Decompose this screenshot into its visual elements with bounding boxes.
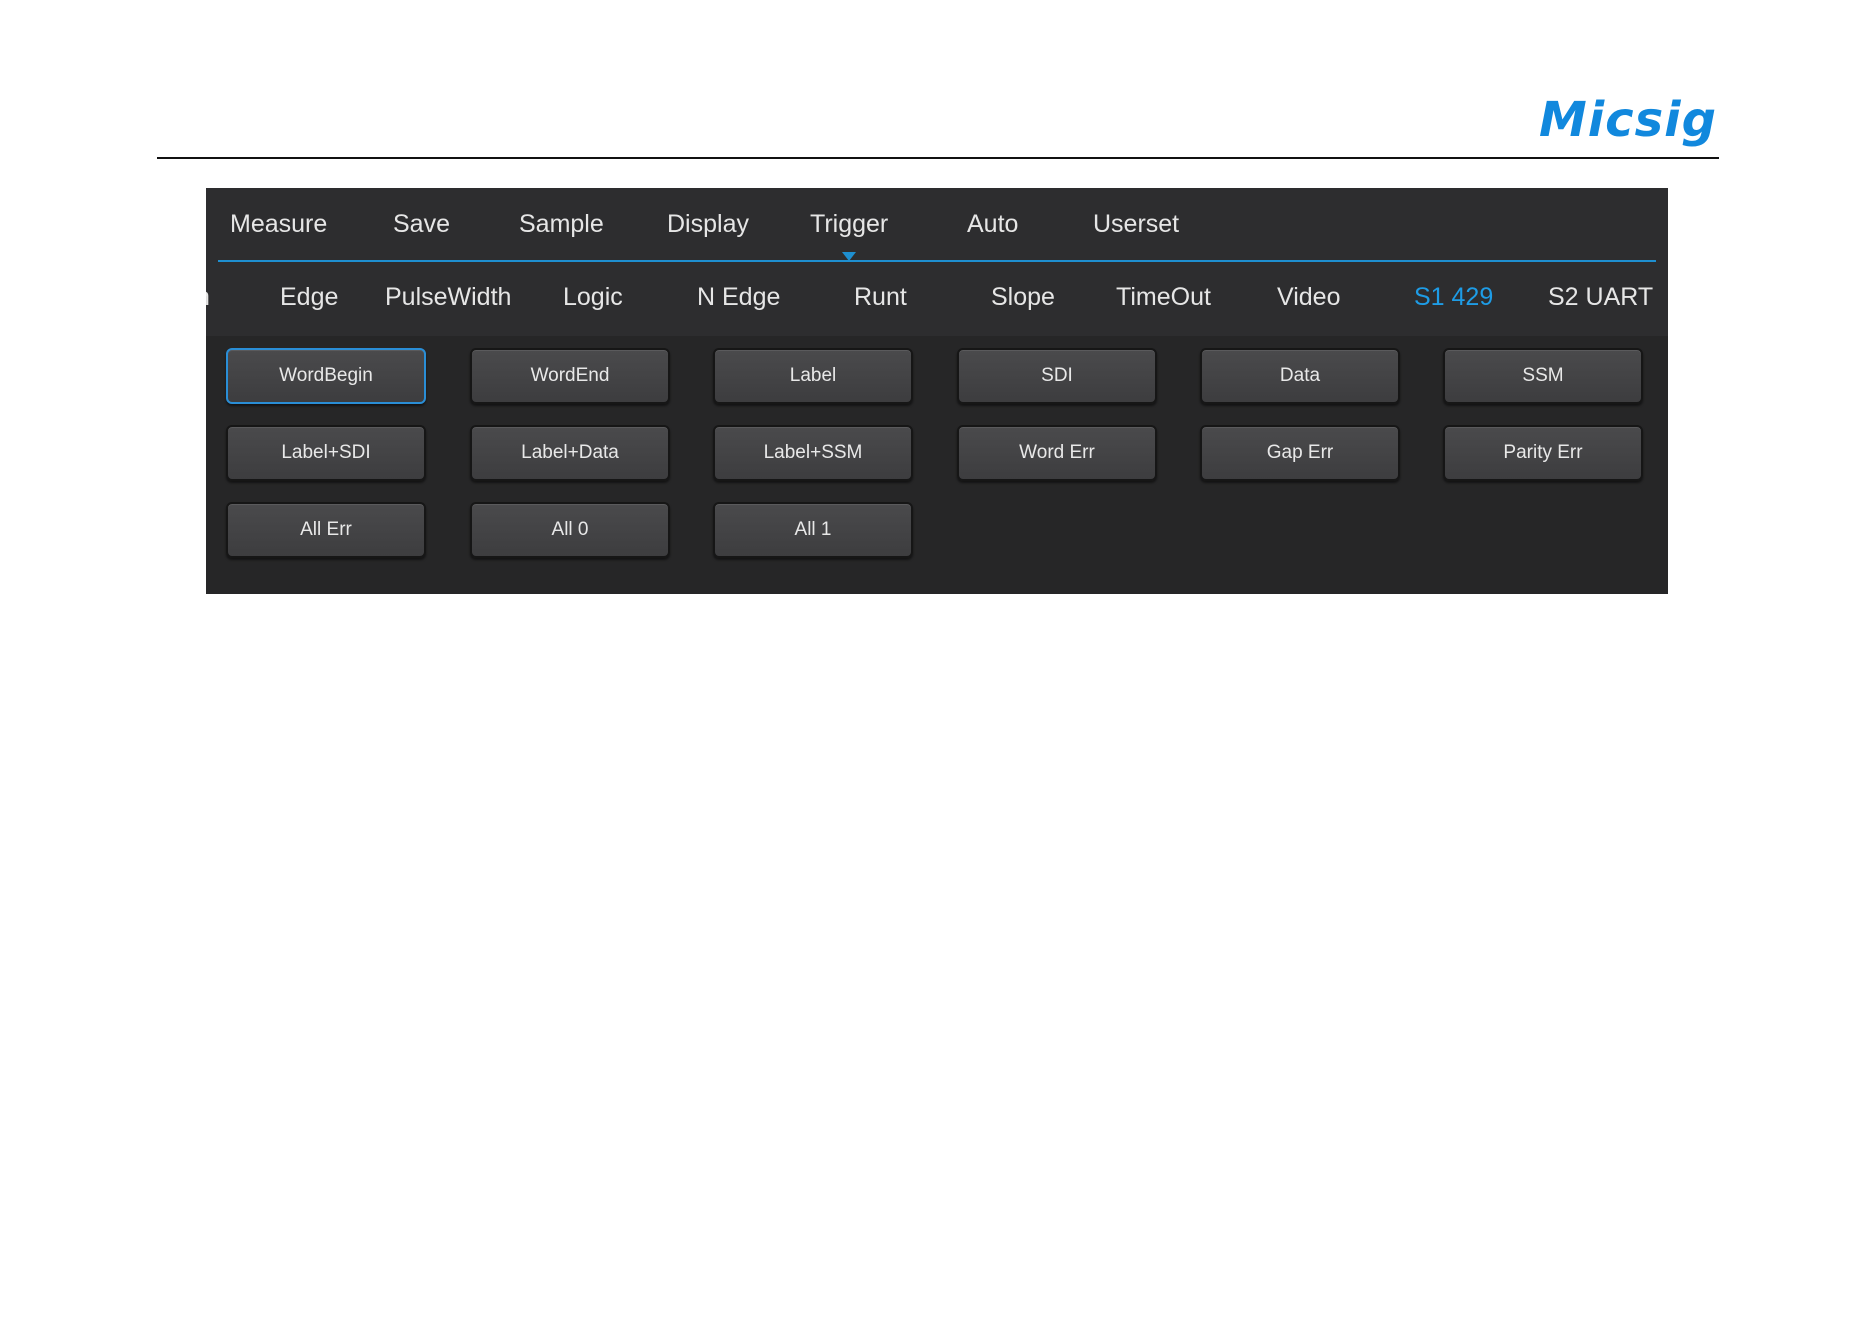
gap-err-button[interactable]: Gap Err (1200, 425, 1400, 481)
header-divider (157, 157, 1719, 159)
sdi-button[interactable]: SDI (957, 348, 1157, 404)
submenu-clipped-item[interactable]: n (206, 283, 210, 312)
submenu-pulsewidth[interactable]: PulseWidth (385, 283, 511, 312)
menu-auto[interactable]: Auto (967, 210, 1018, 239)
menu-measure[interactable]: Measure (230, 210, 327, 239)
label-button[interactable]: Label (713, 348, 913, 404)
trigger-condition-panel: WordBegin WordEnd Label SDI Data SSM Lab… (206, 336, 1668, 594)
submenu-timeout[interactable]: TimeOut (1116, 283, 1211, 312)
menu-userset[interactable]: Userset (1093, 210, 1179, 239)
parity-err-button[interactable]: Parity Err (1443, 425, 1643, 481)
all-1-button[interactable]: All 1 (713, 502, 913, 558)
trigger-type-bar: n Edge PulseWidth Logic N Edge Runt Slop… (206, 261, 1668, 336)
label-sdi-button[interactable]: Label+SDI (226, 425, 426, 481)
menu-save[interactable]: Save (393, 210, 450, 239)
submenu-video[interactable]: Video (1277, 283, 1341, 312)
submenu-s2-uart[interactable]: S2 UART (1548, 283, 1653, 312)
all-0-button[interactable]: All 0 (470, 502, 670, 558)
oscilloscope-screen: Measure Save Sample Display Trigger Auto… (206, 188, 1668, 594)
label-ssm-button[interactable]: Label+SSM (713, 425, 913, 481)
label-data-button[interactable]: Label+Data (470, 425, 670, 481)
menu-display[interactable]: Display (667, 210, 749, 239)
submenu-s1-429[interactable]: S1 429 (1414, 283, 1493, 312)
menu-sample[interactable]: Sample (519, 210, 604, 239)
menu-trigger[interactable]: Trigger (810, 210, 888, 239)
all-err-button[interactable]: All Err (226, 502, 426, 558)
ssm-button[interactable]: SSM (1443, 348, 1643, 404)
main-menu-bar: Measure Save Sample Display Trigger Auto… (206, 188, 1668, 262)
submenu-runt[interactable]: Runt (854, 283, 907, 312)
submenu-logic[interactable]: Logic (563, 283, 623, 312)
data-button[interactable]: Data (1200, 348, 1400, 404)
submenu-edge[interactable]: Edge (280, 283, 338, 312)
wordbegin-button[interactable]: WordBegin (226, 348, 426, 404)
micsig-logo: Micsig (1538, 92, 1717, 148)
submenu-slope[interactable]: Slope (991, 283, 1055, 312)
wordend-button[interactable]: WordEnd (470, 348, 670, 404)
submenu-n-edge[interactable]: N Edge (697, 283, 780, 312)
word-err-button[interactable]: Word Err (957, 425, 1157, 481)
